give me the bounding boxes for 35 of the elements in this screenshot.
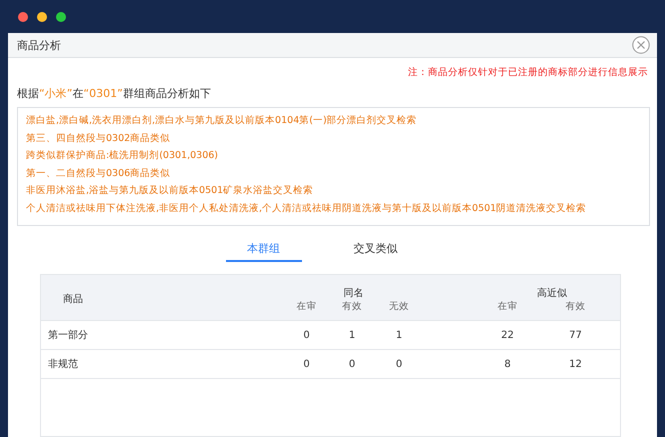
column-header: 商品 <box>62 292 84 306</box>
column-header: 在审 <box>296 300 318 314</box>
column-header: 有效 <box>564 300 586 314</box>
minimize-dot-icon[interactable] <box>37 12 47 22</box>
tab[interactable]: 本群组 <box>226 236 302 262</box>
dialog-title: 商品分析 <box>17 38 61 52</box>
analysis-line: 个人清洁或祛味用下体注洗液,非医用个人私处清洗液,个人清洁或祛味用阴道洗液与第十版及以前版本0501阴道清洗液交叉检索 <box>26 202 588 216</box>
table-cell-text: 8 <box>503 358 512 370</box>
table-cell-text: 1 <box>394 330 404 340</box>
table-cell-text: 非规范 <box>47 358 79 371</box>
close-icon[interactable] <box>632 36 650 54</box>
table-cell-text: 0 <box>394 358 404 370</box>
tab[interactable]: 交叉类似 <box>338 236 414 262</box>
table-cell-text: 0 <box>348 358 356 370</box>
table-cell-text: 12 <box>568 358 583 370</box>
maximize-dot-icon[interactable] <box>56 12 66 22</box>
table-cell-text: 1 <box>348 330 356 340</box>
table-cell-text: 第一部分 <box>47 328 89 342</box>
analysis-line: 非医用沐浴盐,浴盐与第九版及以前版本0501矿泉水浴盐交叉检索 <box>26 184 314 198</box>
column-header: 无效 <box>388 300 410 314</box>
column-header: 在审 <box>496 300 518 314</box>
column-group-header: 同名 <box>342 287 364 300</box>
table-cell-text: 22 <box>500 330 515 340</box>
intro-text: 根据“小米”在“0301”群组商品分析如下 <box>17 86 212 101</box>
column-group-header: 高近似 <box>536 286 568 300</box>
analysis-line: 漂白盐,漂白碱,洗衣用漂白剂,漂白水与第九版及以前版本0104第(一)部分漂白剂交叉检索 <box>26 114 418 128</box>
table-cell-text: 0 <box>302 330 311 340</box>
analysis-line: 第三、四自然段与0302商品类似 <box>26 132 172 146</box>
notice-text: 注：商品分析仅针对于已注册的商标部分进行信息展示 <box>408 66 648 79</box>
close-dot-icon[interactable] <box>18 12 28 22</box>
analysis-line: 跨类似群保护商品:梳洗用制剂(0301,0306) <box>26 149 219 163</box>
column-header: 有效 <box>341 300 363 314</box>
table-cell-text: 0 <box>302 358 311 370</box>
table-cell-text: 77 <box>568 330 583 340</box>
analysis-line: 第一、二自然段与0306商品类似 <box>26 166 172 180</box>
